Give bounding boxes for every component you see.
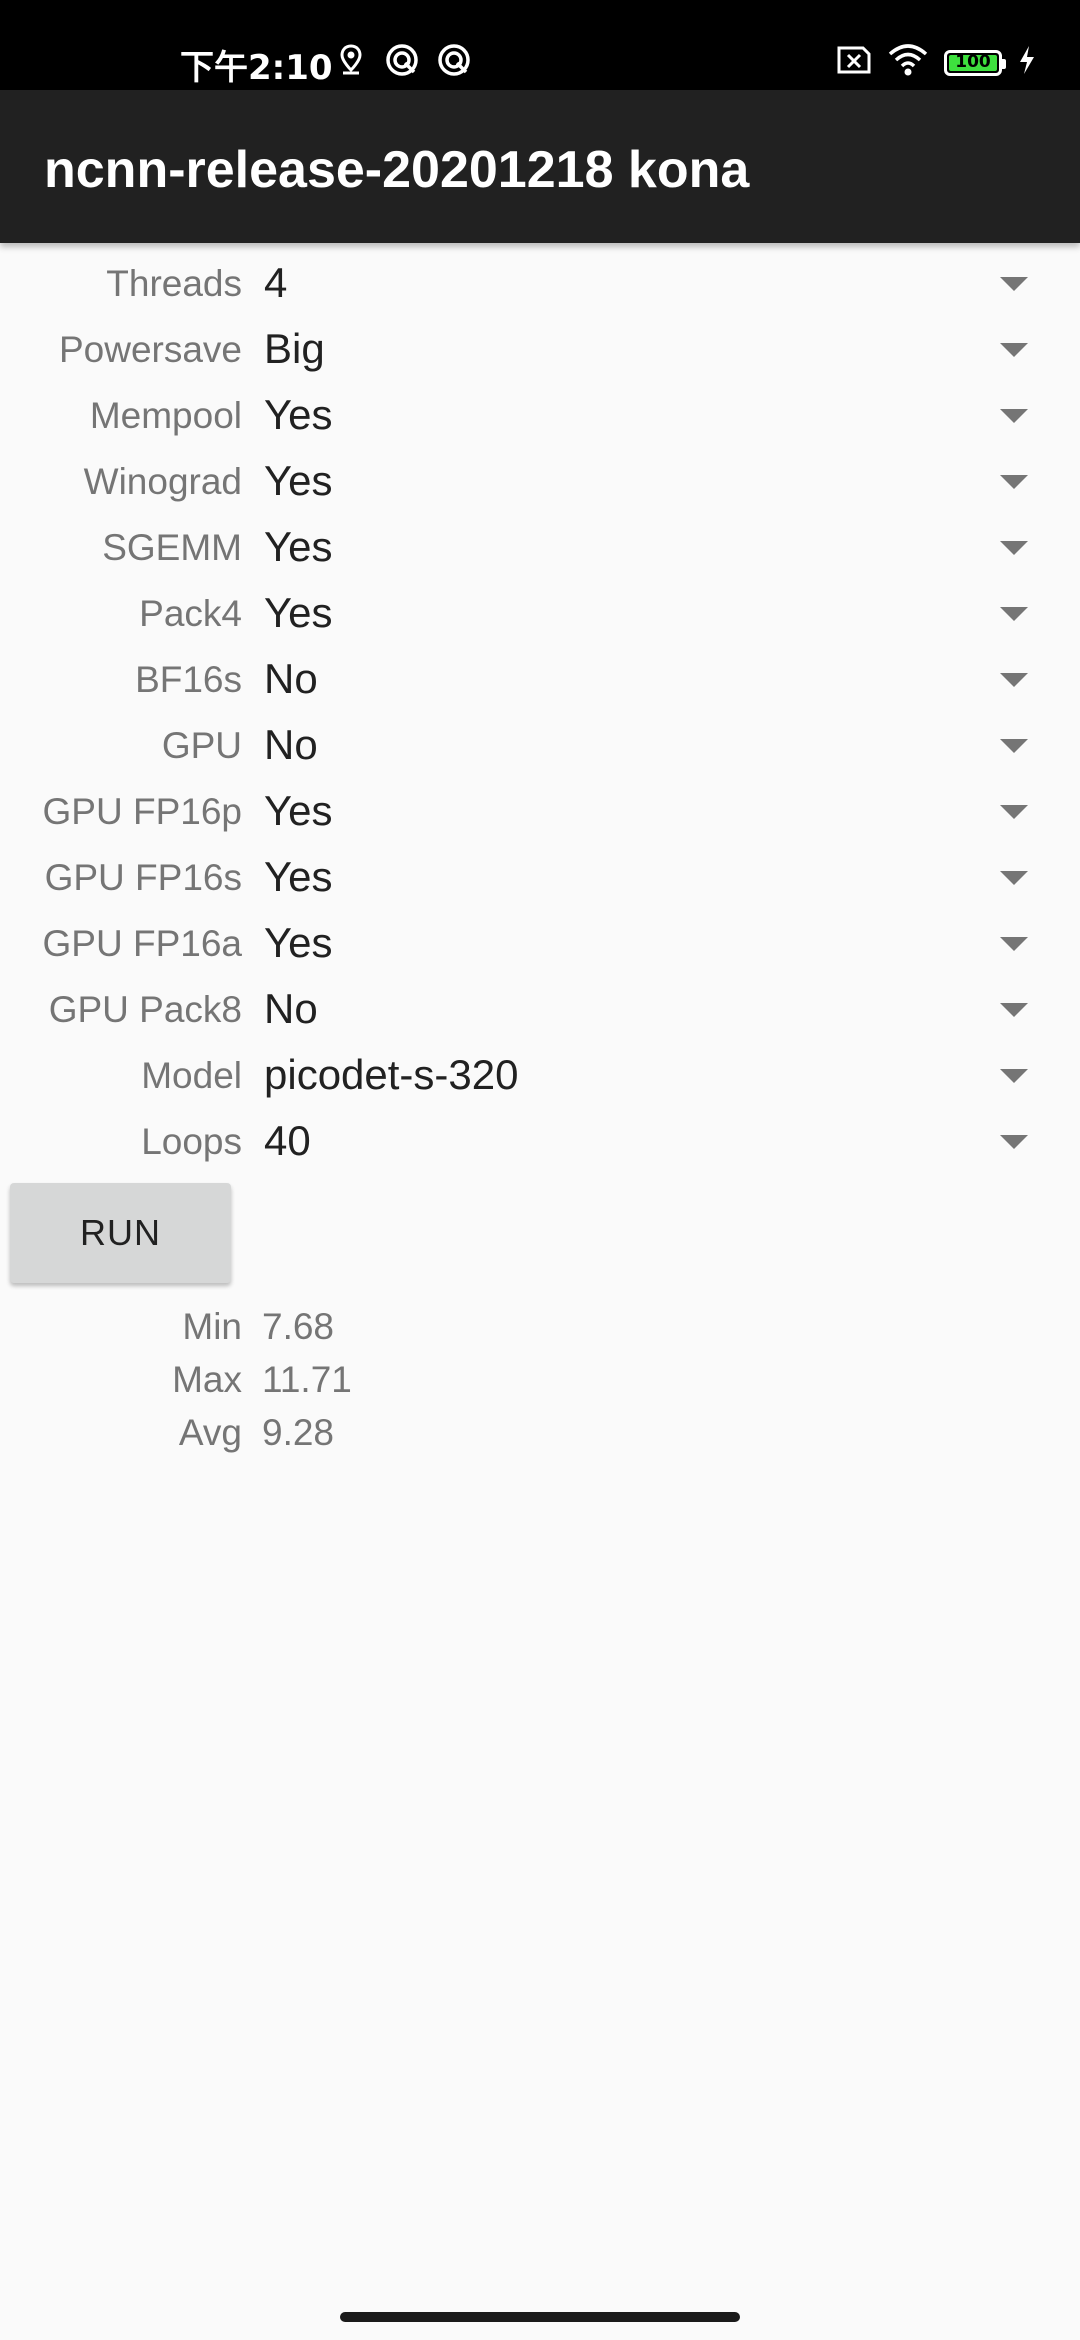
settings-list: Threads 4 Powersave Big Mempool Yes Wino… [0, 255, 1080, 1179]
dropdown-arrow-icon[interactable] [1000, 475, 1028, 489]
setting-value[interactable]: Big [264, 325, 325, 373]
sync-icon [384, 42, 420, 83]
setting-label: Loops [141, 1121, 242, 1162]
result-row-min: Min 7.68 [0, 1302, 1080, 1355]
setting-value[interactable]: No [264, 721, 318, 769]
setting-value[interactable]: No [264, 985, 318, 1033]
setting-row-threads[interactable]: Threads 4 [0, 255, 1080, 321]
dropdown-arrow-icon[interactable] [1000, 1135, 1028, 1149]
sync-icon [436, 42, 472, 83]
setting-label: GPU FP16p [42, 791, 242, 832]
dropdown-arrow-icon[interactable] [1000, 1069, 1028, 1083]
setting-label: Pack4 [139, 593, 242, 634]
result-value: 11.71 [262, 1359, 352, 1400]
dropdown-arrow-icon[interactable] [1000, 937, 1028, 951]
home-indicator[interactable] [340, 2312, 740, 2322]
setting-value[interactable]: Yes [264, 919, 333, 967]
setting-value[interactable]: 40 [264, 1117, 311, 1165]
setting-value[interactable]: No [264, 655, 318, 703]
status-left-icons [334, 42, 472, 83]
setting-label: GPU [161, 725, 242, 766]
setting-label: Mempool [89, 395, 242, 436]
dropdown-arrow-icon[interactable] [1000, 673, 1028, 687]
setting-row-powersave[interactable]: Powersave Big [0, 321, 1080, 387]
setting-label: GPU FP16a [42, 923, 242, 964]
app-title: ncnn-release-20201218 kona [44, 141, 750, 199]
setting-label: Threads [106, 263, 242, 304]
dropdown-arrow-icon[interactable] [1000, 805, 1028, 819]
setting-row-pack4[interactable]: Pack4 Yes [0, 585, 1080, 651]
setting-label: Winograd [83, 461, 242, 502]
setting-row-bf16s[interactable]: BF16s No [0, 651, 1080, 717]
screen: 下午2:10 100 ncnn-release-20201218 kona Th… [0, 0, 1080, 2340]
setting-row-gpu-fp16s[interactable]: GPU FP16s Yes [0, 849, 1080, 915]
dropdown-arrow-icon[interactable] [1000, 1003, 1028, 1017]
charging-icon [1018, 45, 1036, 80]
status-right-icons: 100 [836, 44, 1036, 81]
battery-level: 100 [955, 51, 991, 72]
setting-row-sgemm[interactable]: SGEMM Yes [0, 519, 1080, 585]
setting-value[interactable]: Yes [264, 391, 333, 439]
result-label: Avg [178, 1412, 242, 1453]
setting-label: Powersave [58, 329, 242, 370]
dropdown-arrow-icon[interactable] [1000, 343, 1028, 357]
status-bar: 下午2:10 100 [0, 0, 1080, 90]
dropdown-arrow-icon[interactable] [1000, 739, 1028, 753]
setting-row-gpu-fp16p[interactable]: GPU FP16p Yes [0, 783, 1080, 849]
app-bar: ncnn-release-20201218 kona [0, 90, 1080, 243]
setting-value[interactable]: Yes [264, 589, 333, 637]
wifi-icon [888, 44, 928, 81]
dropdown-arrow-icon[interactable] [1000, 607, 1028, 621]
setting-value[interactable]: Yes [264, 457, 333, 505]
dropdown-arrow-icon[interactable] [1000, 541, 1028, 555]
dropdown-arrow-icon[interactable] [1000, 277, 1028, 291]
sim-off-icon [836, 45, 872, 80]
setting-label: BF16s [135, 659, 242, 700]
setting-value[interactable]: picodet-s-320 [264, 1051, 518, 1099]
setting-row-gpu[interactable]: GPU No [0, 717, 1080, 783]
battery-icon: 100 [944, 49, 1006, 76]
dropdown-arrow-icon[interactable] [1000, 871, 1028, 885]
setting-row-model[interactable]: Model picodet-s-320 [0, 1047, 1080, 1113]
setting-row-loops[interactable]: Loops 40 [0, 1113, 1080, 1179]
setting-value[interactable]: Yes [264, 787, 333, 835]
setting-label: GPU Pack8 [48, 989, 242, 1030]
setting-value[interactable]: Yes [264, 853, 333, 901]
battery-tip [1002, 58, 1006, 69]
result-label: Min [182, 1306, 242, 1347]
setting-label: GPU FP16s [44, 857, 242, 898]
setting-row-gpu-fp16a[interactable]: GPU FP16a Yes [0, 915, 1080, 981]
result-row-avg: Avg 9.28 [0, 1408, 1080, 1461]
status-time: 下午2:10 [180, 48, 333, 88]
setting-value[interactable]: 4 [264, 259, 287, 307]
setting-row-mempool[interactable]: Mempool Yes [0, 387, 1080, 453]
setting-label: SGEMM [102, 527, 242, 568]
run-button[interactable]: RUN [10, 1183, 231, 1283]
results: Min 7.68 Max 11.71 Avg 9.28 [0, 1302, 1080, 1461]
setting-label: Model [141, 1055, 242, 1096]
setting-row-gpu-pack8[interactable]: GPU Pack8 No [0, 981, 1080, 1047]
setting-row-winograd[interactable]: Winograd Yes [0, 453, 1080, 519]
result-value: 9.28 [262, 1412, 335, 1453]
setting-value[interactable]: Yes [264, 523, 333, 571]
result-label: Max [172, 1359, 242, 1400]
dropdown-arrow-icon[interactable] [1000, 409, 1028, 423]
result-row-max: Max 11.71 [0, 1355, 1080, 1408]
location-icon [334, 42, 368, 83]
result-value: 7.68 [262, 1306, 335, 1347]
